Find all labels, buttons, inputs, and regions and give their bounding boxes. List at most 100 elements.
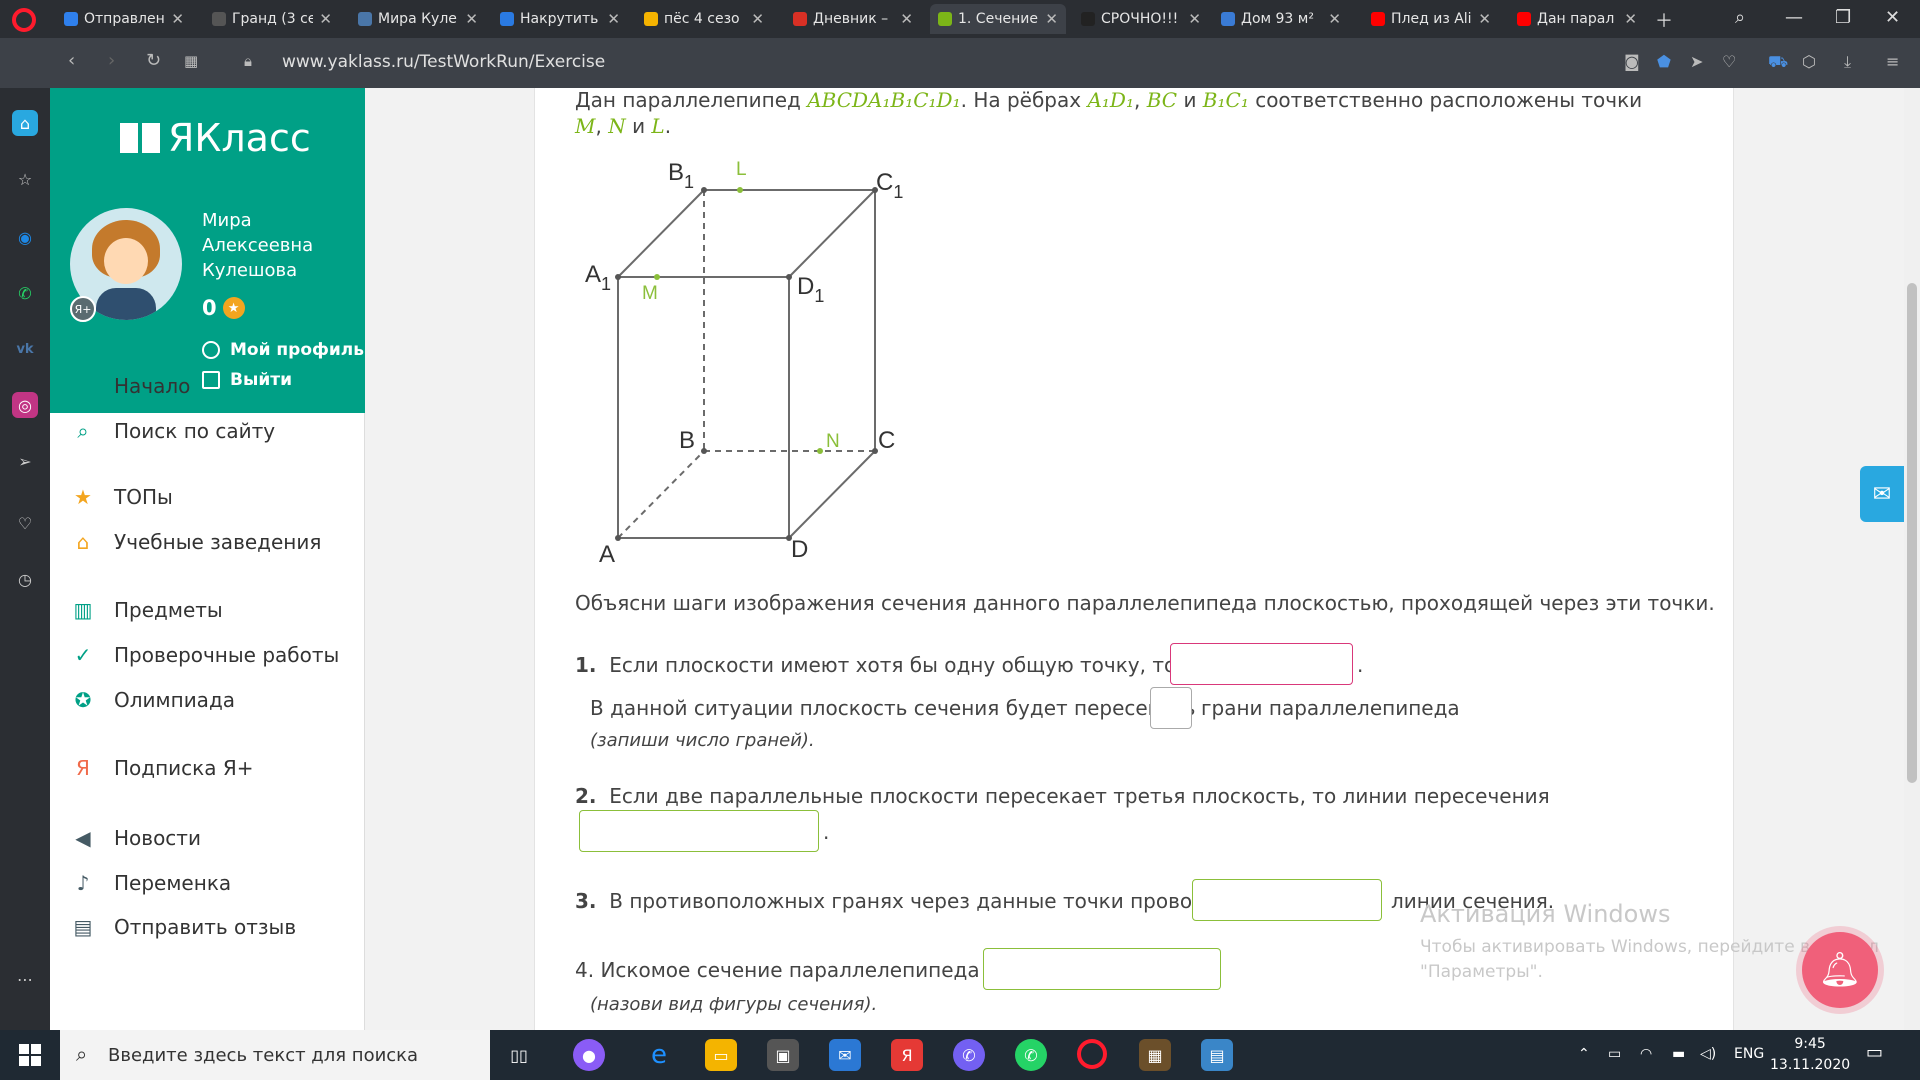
vk-icon[interactable]: vk	[12, 336, 38, 362]
browser-tab[interactable]: Дневник – ✕	[785, 4, 921, 34]
heart-icon[interactable]: ♡	[12, 510, 38, 536]
school-icon: ⌂	[76, 530, 90, 554]
shield-icon[interactable]: ⬟	[1657, 52, 1671, 71]
browser-tab[interactable]: Гранд (3 се ✕	[204, 4, 340, 34]
tab-close-icon[interactable]: ✕	[1188, 10, 1201, 28]
browser-tab[interactable]: Дан парал ✕	[1509, 4, 1645, 34]
q1-answer-input[interactable]	[1170, 643, 1353, 685]
tab-close-icon[interactable]: ✕	[1478, 10, 1491, 28]
cortana-icon[interactable]: ●	[573, 1039, 605, 1071]
restore-button[interactable]: ❐	[1835, 7, 1851, 28]
mail-app-icon[interactable]: ✉	[829, 1039, 861, 1071]
menu-item[interactable]: ★ ТОПы	[70, 484, 173, 510]
menu-item[interactable]: ♪ Переменка	[70, 870, 232, 896]
feedback-icon: ▤	[73, 915, 93, 939]
q3-answer-input[interactable]	[1192, 879, 1382, 921]
close-window-button[interactable]: ✕	[1885, 7, 1900, 28]
download-icon[interactable]: ⤓	[1844, 52, 1851, 72]
menu-item[interactable]: ▤ Отправить отзыв	[70, 914, 297, 940]
tab-close-icon[interactable]: ✕	[465, 10, 478, 28]
clock[interactable]: 9:45 13.11.2020	[1770, 1034, 1850, 1076]
tab-close-icon[interactable]: ✕	[1045, 10, 1058, 28]
yaklass-logo[interactable]: ЯКласс	[120, 116, 311, 160]
notification-bell-icon[interactable]: 🔔︎	[1802, 932, 1878, 1008]
menu-item[interactable]: ▥ Предметы	[70, 597, 223, 623]
wifi-icon[interactable]: ◠	[1640, 1046, 1652, 1062]
taskbar-search[interactable]: ⌕ Введите здесь текст для поиска	[60, 1030, 490, 1080]
url-field[interactable]: www.yaklass.ru/TestWorkRun/Exercise	[282, 52, 605, 72]
messenger-icon[interactable]: ◉	[12, 224, 38, 250]
send-icon[interactable]: ➤	[1690, 52, 1703, 71]
edge-icon[interactable]: e	[643, 1039, 675, 1071]
yandex-icon[interactable]: Я	[891, 1039, 923, 1071]
cube-icon[interactable]: ⬡	[1802, 52, 1816, 71]
menu-item[interactable]: ✓ Проверочные работы	[70, 642, 340, 668]
browser-tab[interactable]: Плед из Ali ✕	[1363, 4, 1499, 34]
minecraft-icon[interactable]: ▦	[1139, 1039, 1171, 1071]
browser-tab[interactable]: Дом 93 м² ✕	[1213, 4, 1349, 34]
my-profile-link[interactable]: Мой профиль	[202, 340, 364, 360]
browser-tab[interactable]: 1. Сечение ✕	[930, 4, 1066, 34]
search-tabs-icon[interactable]: ⌕	[1735, 7, 1745, 28]
speed-dial-icon[interactable]: ▦	[184, 52, 198, 70]
menu-icon[interactable]: ≡	[1886, 52, 1899, 71]
battery-icon[interactable]: ▭	[1608, 1046, 1621, 1062]
page-scrollbar[interactable]	[1904, 88, 1920, 1030]
viber-icon[interactable]: ✆	[953, 1039, 985, 1071]
whatsapp-app-icon[interactable]: ✆	[1015, 1039, 1047, 1071]
menu-item[interactable]: Я Подписка Я+	[70, 755, 253, 781]
power-icon[interactable]: ▬	[1672, 1046, 1685, 1062]
logout-link[interactable]: Выйти	[202, 370, 292, 390]
more-icon[interactable]: ⋯	[12, 966, 38, 992]
notifications-icon[interactable]: ▭	[1866, 1042, 1883, 1063]
browser-tab[interactable]: пёс 4 сезо ✕	[636, 4, 772, 34]
menu-item-label: ТОПы	[114, 485, 173, 509]
file-explorer-icon[interactable]: ▭	[705, 1039, 737, 1071]
home-icon[interactable]: ⌂	[12, 110, 38, 136]
language-indicator[interactable]: ENG	[1734, 1046, 1764, 1062]
menu-item[interactable]: ⌂ Начало	[70, 373, 191, 399]
store-icon[interactable]: ▣	[767, 1039, 799, 1071]
send-icon[interactable]: ➢	[12, 448, 38, 474]
opera-app-icon[interactable]	[1077, 1039, 1107, 1069]
whatsapp-icon[interactable]: ✆	[12, 280, 38, 306]
reload-icon[interactable]: ↻	[146, 50, 161, 71]
tab-close-icon[interactable]: ✕	[607, 10, 620, 28]
opera-logo-icon[interactable]	[12, 8, 36, 32]
menu-item[interactable]: ⌂ Учебные заведения	[70, 529, 322, 555]
q2-answer-input[interactable]	[579, 810, 819, 852]
browser-tab[interactable]: СРОЧНО!!! ✕	[1073, 4, 1209, 34]
point-l: L	[651, 114, 665, 138]
tab-close-icon[interactable]: ✕	[1328, 10, 1341, 28]
instagram-icon[interactable]: ◎	[12, 392, 38, 418]
tab-close-icon[interactable]: ✕	[900, 10, 913, 28]
q4-answer-input[interactable]	[983, 948, 1221, 990]
tab-close-icon[interactable]: ✕	[751, 10, 764, 28]
menu-item[interactable]: ✪ Олимпиада	[70, 687, 235, 713]
star-icon[interactable]: ☆	[12, 166, 38, 192]
browser-tab[interactable]: Мира Куле ✕	[350, 4, 486, 34]
browser-tab[interactable]: Накрутить ✕	[492, 4, 628, 34]
tab-close-icon[interactable]: ✕	[171, 10, 184, 28]
camera-icon[interactable]: ◙	[1624, 52, 1640, 71]
new-tab-button[interactable]: ＋	[1655, 7, 1673, 33]
cart-icon[interactable]: ⛟	[1768, 52, 1788, 73]
tray-chevron-icon[interactable]: ⌃	[1578, 1046, 1590, 1062]
volume-icon[interactable]: ◁)	[1700, 1046, 1716, 1062]
heart-icon[interactable]: ♡	[1722, 52, 1736, 71]
task-view-icon[interactable]: ▯▯	[503, 1039, 535, 1071]
q1-faces-count-input[interactable]	[1150, 687, 1192, 729]
tab-close-icon[interactable]: ✕	[319, 10, 332, 28]
browser-tab[interactable]: Отправлен ✕	[56, 4, 192, 34]
menu-item[interactable]: ◀ Новости	[70, 825, 201, 851]
forward-icon[interactable]: ›	[108, 50, 115, 71]
back-icon[interactable]: ‹	[68, 50, 75, 71]
paint-icon[interactable]: ▤	[1201, 1039, 1233, 1071]
tab-close-icon[interactable]: ✕	[1624, 10, 1637, 28]
menu-item[interactable]: ⌕ Поиск по сайту	[70, 418, 275, 444]
start-button[interactable]	[0, 1030, 60, 1080]
history-icon[interactable]: ◷	[12, 566, 38, 592]
minimize-button[interactable]: —	[1785, 7, 1803, 28]
scrollbar-thumb[interactable]	[1907, 283, 1917, 783]
mail-icon[interactable]: ✉	[1860, 466, 1904, 522]
